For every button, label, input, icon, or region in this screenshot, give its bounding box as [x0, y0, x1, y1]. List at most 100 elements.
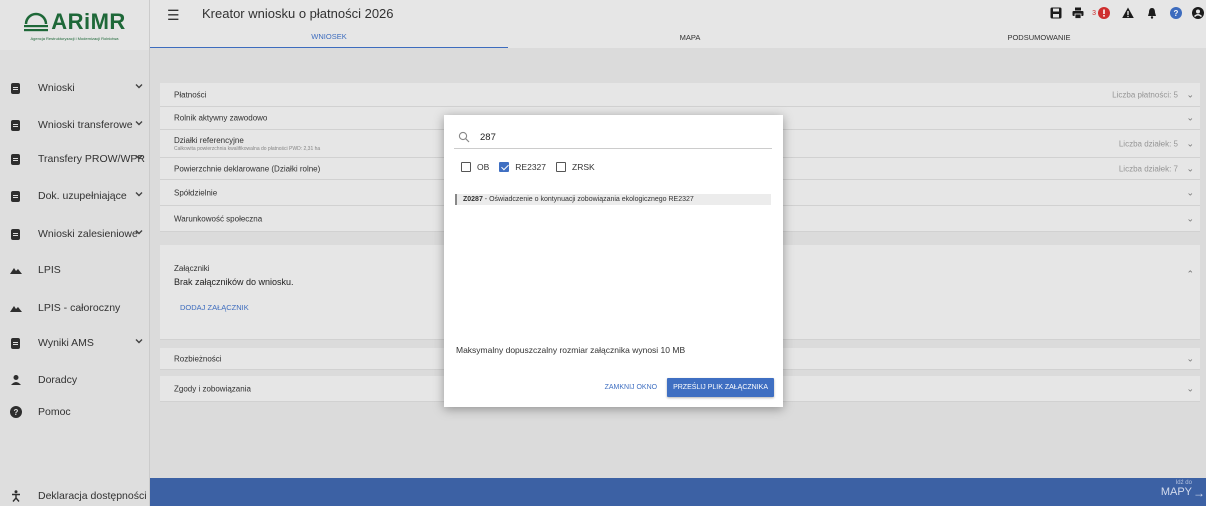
sidebar-item-label: Wnioski zalesieniowe: [38, 228, 138, 240]
tab-wniosek[interactable]: WNIOSEK: [150, 26, 508, 48]
sidebar-item-label: Transfery PROW/WPR: [38, 153, 145, 165]
account-icon[interactable]: [1192, 7, 1204, 19]
section-title: Powierzchnie deklarowane (Działki rolne): [174, 164, 321, 173]
sidebar-item-lpis-caloroczny[interactable]: LPIS - całoroczny: [0, 296, 150, 320]
print-icon[interactable]: [1072, 7, 1084, 19]
chevron-down-icon: ⌄: [1186, 163, 1194, 173]
checkbox-zrsk[interactable]: [556, 162, 566, 172]
section-title: Rozbieżności: [174, 354, 222, 363]
sidebar-item-label: Deklaracja dostępności: [38, 490, 147, 502]
logo-text: ARiMR: [51, 9, 126, 34]
page-title: Kreator wniosku o płatności 2026: [202, 6, 394, 21]
chevron-down-icon: [135, 230, 143, 235]
search-box: [454, 125, 772, 149]
sidebar-item-label: LPIS - całoroczny: [38, 302, 121, 314]
bell-icon[interactable]: [1146, 7, 1158, 19]
search-input[interactable]: [480, 129, 760, 145]
chevron-down-icon: ⌄: [1186, 138, 1194, 148]
chevron-up-icon[interactable]: ⌃: [1186, 269, 1194, 280]
sidebar-item-wnioski[interactable]: Wnioski: [0, 76, 150, 100]
chevron-down-icon: [135, 84, 143, 89]
chevron-down-icon: [135, 121, 143, 126]
chevron-down-icon: ⌄: [1186, 89, 1194, 99]
empty-message: Brak załączników do wniosku.: [174, 277, 294, 287]
sidebar-item-label: Wyniki AMS: [38, 337, 94, 349]
filter-checkboxes: OB RE2327 ZRSK: [461, 162, 605, 172]
close-dialog-button[interactable]: ZAMKNIJ OKNO: [601, 379, 662, 396]
goto-map-button[interactable]: Idź do MAPY: [1161, 480, 1192, 498]
filter-ob[interactable]: OB: [461, 162, 489, 172]
terrain-icon: [10, 306, 22, 312]
logo[interactable]: ARiMR Agencja Restrukturyzacji i Moderni…: [0, 0, 149, 50]
footer-bar: Idź do MAPY →: [150, 478, 1206, 506]
sidebar-item-label: Pomoc: [38, 406, 71, 418]
sidebar: ARiMR Agencja Restrukturyzacji i Moderni…: [0, 0, 150, 506]
filter-label: ZRSK: [572, 162, 595, 172]
document-icon: [11, 228, 20, 240]
chevron-down-icon: [135, 155, 143, 160]
terrain-icon: [10, 268, 22, 274]
list-item[interactable]: Z0287 - Oświadczenie o kontynuacji zobow…: [455, 194, 771, 205]
app-header: ☰ Kreator wniosku o płatności 2026 3 ? W…: [150, 0, 1206, 48]
chevron-down-icon: [135, 192, 143, 197]
goto-target: MAPY: [1160, 486, 1192, 498]
section-title: Działki referencyjne: [174, 135, 244, 145]
arrow-right-icon[interactable]: →: [1193, 486, 1205, 500]
menu-icon[interactable]: ☰: [167, 7, 180, 24]
header-toolbar: 3 ?: [1050, 6, 1206, 20]
help-icon[interactable]: ?: [1170, 7, 1182, 19]
dialog-actions: ZAMKNIJ OKNO PRZEŚLIJ PLIK ZAŁĄCZNIKA: [601, 378, 774, 397]
section-title: Załączniki: [174, 264, 210, 273]
document-icon: [11, 82, 20, 94]
alert-count: 3: [1092, 9, 1096, 17]
alert-icon[interactable]: [1098, 7, 1110, 19]
accessibility-icon: [12, 490, 20, 502]
warning-icon[interactable]: [1122, 7, 1134, 19]
chevron-down-icon: ⌄: [1186, 353, 1194, 363]
sidebar-item-label: Dok. uzupełniające: [38, 190, 127, 202]
svg-text:?: ?: [14, 408, 19, 417]
sidebar-item-pomoc[interactable]: ? Pomoc: [0, 400, 150, 424]
section-title: Rolnik aktywny zawodowo: [174, 113, 268, 123]
chevron-down-icon: ⌄: [1186, 383, 1194, 393]
sidebar-item-lpis[interactable]: LPIS: [0, 258, 150, 282]
sidebar-item-wnioski-zalesieniowe[interactable]: Wnioski zalesieniowe: [0, 222, 150, 246]
section-count: Liczba działek: 5: [1118, 139, 1178, 148]
chevron-down-icon: ⌄: [1186, 112, 1194, 123]
sidebar-item-wyniki-ams[interactable]: Wyniki AMS: [0, 331, 150, 355]
document-icon: [11, 190, 20, 202]
save-icon[interactable]: [1050, 7, 1062, 19]
sidebar-item-doradcy[interactable]: Doradcy: [0, 368, 150, 392]
sidebar-item-label: Wnioski transferowe: [38, 119, 133, 131]
section-count: Liczba działek: 7: [1118, 164, 1178, 173]
logo-subtitle: Agencja Restrukturyzacji i Modernizacji …: [30, 36, 119, 41]
result-text: - Oświadczenie o kontynuacji zobowiązani…: [482, 196, 694, 203]
sidebar-item-label: Doradcy: [38, 374, 78, 386]
section-platnosci[interactable]: Płatności Liczba płatności: 5 ⌄: [160, 83, 1200, 107]
upload-attachment-button[interactable]: PRZEŚLIJ PLIK ZAŁĄCZNIKA: [667, 378, 774, 397]
sidebar-item-accessibility[interactable]: Deklaracja dostępności: [0, 484, 150, 506]
document-icon: [11, 337, 20, 349]
add-attachment-button[interactable]: DODAJ ZAŁĄCZNIK: [180, 303, 249, 312]
document-icon: [11, 153, 20, 165]
logo-icon: [24, 12, 49, 32]
result-code: Z0287: [463, 196, 483, 203]
filter-re2327[interactable]: RE2327: [499, 162, 546, 172]
tab-podsumowanie[interactable]: PODSUMOWANIE: [872, 26, 1206, 48]
sidebar-item-label: Wnioski: [38, 82, 75, 94]
checkbox-re2327[interactable]: [499, 162, 510, 172]
sidebar-item-label: LPIS: [38, 264, 61, 276]
sidebar-item-dok-uzupelniajace[interactable]: Dok. uzupełniające: [0, 184, 150, 208]
svg-text:?: ?: [1174, 9, 1179, 18]
filter-zrsk[interactable]: ZRSK: [556, 162, 595, 172]
max-size-info: Maksymalny dopuszczalny rozmiar załączni…: [456, 345, 686, 355]
chevron-down-icon: ⌄: [1186, 213, 1194, 223]
person-icon: [11, 375, 21, 385]
filter-label: OB: [477, 162, 490, 172]
section-title: Płatności: [174, 90, 207, 99]
filter-label: RE2327: [515, 162, 546, 172]
sidebar-item-wnioski-transferowe[interactable]: Wnioski transferowe: [0, 113, 150, 137]
tab-mapa[interactable]: MAPA: [508, 26, 872, 48]
sidebar-item-transfery[interactable]: Transfery PROW/WPR: [0, 147, 150, 171]
checkbox-ob[interactable]: [461, 162, 471, 172]
